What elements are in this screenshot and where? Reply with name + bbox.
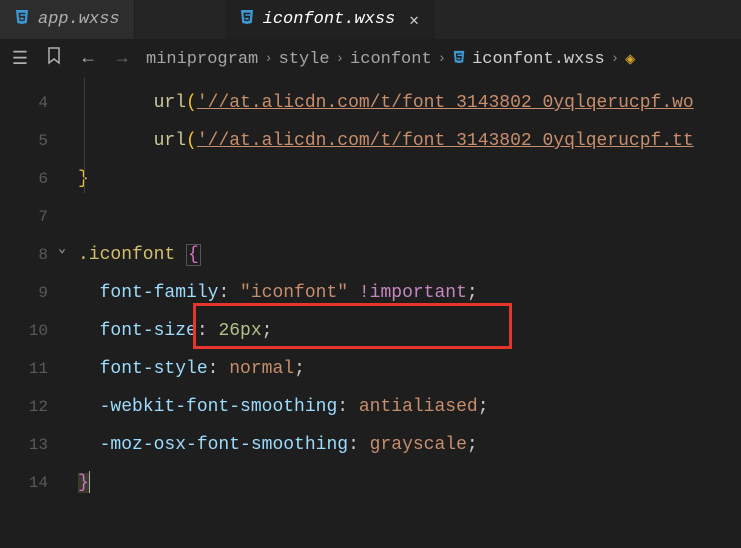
line-number: 8: [0, 236, 48, 274]
line-number: 11: [0, 350, 48, 388]
breadcrumb-symbol-icon[interactable]: ◈: [625, 49, 635, 70]
text-cursor: [89, 471, 90, 493]
breadcrumb-bar: ☰ ← → miniprogram › style › iconfont › i…: [0, 40, 741, 78]
tab-label: iconfont.wxss: [263, 10, 396, 29]
tab-app-wxss[interactable]: app.wxss: [0, 0, 135, 39]
code-area[interactable]: url('//at.alicdn.com/t/font_3143802_0yql…: [70, 78, 741, 548]
tab-bar: app.wxss iconfont.wxss ✕: [0, 0, 741, 40]
code-editor[interactable]: 4 5 6 7 8 9 10 11 12 13 14 ⌄ url('//at.a…: [0, 78, 741, 548]
chevron-right-icon: ›: [438, 51, 446, 67]
code-line[interactable]: url('//at.alicdn.com/t/font_3143802_0yql…: [78, 122, 741, 160]
code-line[interactable]: }: [78, 464, 741, 502]
breadcrumb-file[interactable]: iconfont.wxss: [452, 50, 605, 69]
tab-spacer: [434, 0, 741, 39]
line-number: 14: [0, 464, 48, 502]
line-number: 5: [0, 122, 48, 160]
gutter: 4 5 6 7 8 9 10 11 12 13 14 ⌄: [0, 78, 70, 548]
line-number: 4: [0, 84, 48, 122]
close-icon[interactable]: ✕: [409, 10, 419, 30]
code-line[interactable]: font-size: 26px;: [78, 312, 741, 350]
tab-iconfont-wxss[interactable]: iconfont.wxss ✕: [225, 0, 434, 39]
code-line[interactable]: .iconfont {: [78, 236, 741, 274]
line-number: 6: [0, 160, 48, 198]
line-number: 10: [0, 312, 48, 350]
code-line[interactable]: -moz-osx-font-smoothing: grayscale;: [78, 426, 741, 464]
breadcrumb: miniprogram › style › iconfont › iconfon…: [146, 49, 635, 70]
line-number: 13: [0, 426, 48, 464]
chevron-right-icon: ›: [611, 51, 619, 67]
tab-gap: [135, 0, 225, 39]
code-line[interactable]: -webkit-font-smoothing: antialiased;: [78, 388, 741, 426]
code-line[interactable]: font-style: normal;: [78, 350, 741, 388]
nav-back-icon[interactable]: ←: [78, 49, 98, 69]
line-number: 12: [0, 388, 48, 426]
line-number: 7: [0, 198, 48, 236]
css-file-icon: [239, 9, 255, 30]
breadcrumb-seg[interactable]: iconfont: [350, 50, 432, 69]
chevron-right-icon: ›: [264, 51, 272, 67]
breadcrumb-file-label: iconfont.wxss: [472, 50, 605, 69]
indent-guide: [84, 78, 85, 193]
breadcrumb-seg[interactable]: style: [279, 50, 330, 69]
code-line[interactable]: }: [78, 160, 741, 198]
bookmark-icon[interactable]: [44, 47, 64, 71]
outline-icon[interactable]: ☰: [10, 48, 30, 70]
nav-forward-icon[interactable]: →: [112, 49, 132, 69]
breadcrumb-seg[interactable]: miniprogram: [146, 50, 258, 69]
css-file-icon: [14, 9, 30, 30]
chevron-right-icon: ›: [336, 51, 344, 67]
css-file-icon: [452, 50, 466, 69]
tab-label: app.wxss: [38, 10, 120, 29]
line-number: 9: [0, 274, 48, 312]
code-line[interactable]: [78, 198, 741, 236]
fold-icon[interactable]: ⌄: [58, 241, 66, 256]
code-line[interactable]: font-family: "iconfont" !important;: [78, 274, 741, 312]
code-line[interactable]: url('//at.alicdn.com/t/font_3143802_0yql…: [78, 84, 741, 122]
